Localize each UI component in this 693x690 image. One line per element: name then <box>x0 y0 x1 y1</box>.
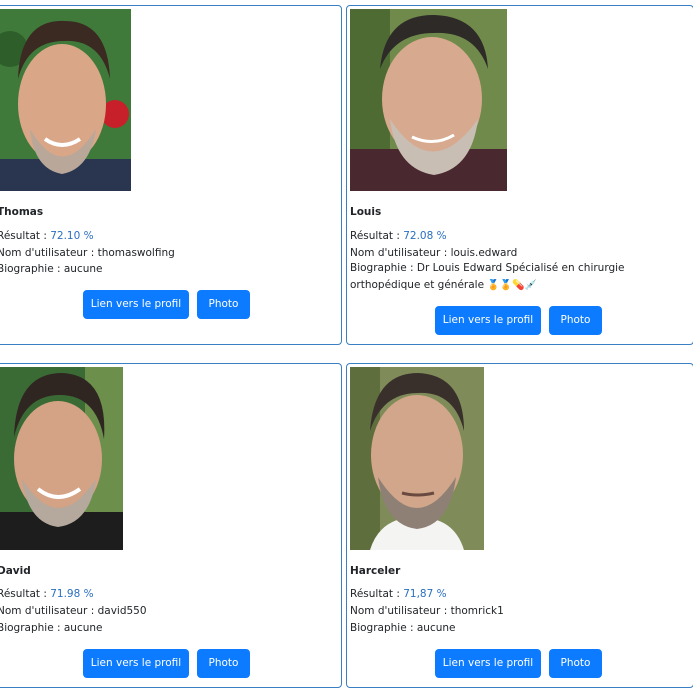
result-card: Louis Résultat : 72.08 % Nom d'utilisate… <box>346 5 693 345</box>
profile-photo <box>0 9 131 191</box>
bio-value: aucune <box>63 622 103 634</box>
bio-line: Biographie : Dr Louis Edward Spécialisé … <box>350 262 625 291</box>
username-value: thomaswolfing <box>97 247 175 259</box>
username-line: Nom d'utilisateur : david550 <box>0 605 147 617</box>
photo-button[interactable]: Photo <box>549 649 602 678</box>
photo-button[interactable]: Photo <box>549 306 602 335</box>
result-line: Résultat : 71.98 % <box>0 588 94 600</box>
result-line: Résultat : 71,87 % <box>350 588 447 600</box>
card-name: Thomas <box>0 206 44 218</box>
username-value: david550 <box>97 605 147 617</box>
result-line: Résultat : 72.08 % <box>350 230 447 242</box>
card-name: Harceler <box>350 565 401 577</box>
result-score: 72.10 % <box>50 230 94 242</box>
photo-button[interactable]: Photo <box>197 649 250 678</box>
profile-link-button[interactable]: Lien vers le profil <box>83 649 189 678</box>
bio-line: Biographie : aucune <box>350 622 456 634</box>
profile-photo <box>350 367 484 550</box>
result-line: Résultat : 72.10 % <box>0 230 94 242</box>
bio-line: Biographie : aucune <box>0 263 103 275</box>
photo-button[interactable]: Photo <box>197 290 250 319</box>
bio-value: aucune <box>63 263 103 275</box>
bio-value: aucune <box>416 622 456 634</box>
profile-link-button[interactable]: Lien vers le profil <box>83 290 189 319</box>
result-score: 71,87 % <box>403 588 447 600</box>
username-line: Nom d'utilisateur : louis.edward <box>350 247 518 259</box>
result-score: 72.08 % <box>403 230 447 242</box>
bio-line: Biographie : aucune <box>0 622 103 634</box>
result-card: David Résultat : 71.98 % Nom d'utilisate… <box>0 363 342 688</box>
result-score: 71.98 % <box>50 588 94 600</box>
profile-link-button[interactable]: Lien vers le profil <box>435 649 541 678</box>
profile-photo <box>0 367 123 550</box>
profile-link-button[interactable]: Lien vers le profil <box>435 306 541 335</box>
username-value: thomrick1 <box>450 605 504 617</box>
bio-emoji: 🏅🏅💊💉 <box>487 280 538 291</box>
username-value: louis.edward <box>450 247 518 259</box>
username-line: Nom d'utilisateur : thomaswolfing <box>0 247 175 259</box>
card-name: David <box>0 565 31 577</box>
username-line: Nom d'utilisateur : thomrick1 <box>350 605 504 617</box>
result-card: Thomas Résultat : 72.10 % Nom d'utilisat… <box>0 5 342 345</box>
profile-photo <box>350 9 507 191</box>
result-card: Harceler Résultat : 71,87 % Nom d'utilis… <box>346 363 693 688</box>
card-name: Louis <box>350 206 382 218</box>
